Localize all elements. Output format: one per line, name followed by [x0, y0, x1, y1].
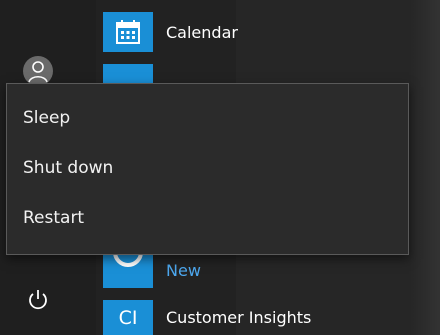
app-item-calendar[interactable]: Calendar	[103, 12, 238, 52]
menu-item-sleep[interactable]: Sleep	[7, 101, 408, 151]
user-icon	[28, 61, 48, 83]
power-button[interactable]	[24, 286, 52, 314]
calendar-icon	[116, 20, 140, 44]
app-item-customer-insights[interactable]: CI Customer Insights	[103, 300, 311, 335]
app-label-new: New	[166, 260, 201, 280]
app-item-new[interactable]: New	[103, 252, 201, 288]
app-label-customer-insights: Customer Insights	[166, 308, 312, 327]
power-options-menu: Sleep Shut down Restart	[6, 83, 409, 255]
app-label-calendar: Calendar	[166, 22, 238, 42]
new-tile	[103, 252, 153, 288]
power-icon	[29, 290, 47, 310]
customer-insights-icon: CI	[118, 306, 138, 329]
menu-item-restart[interactable]: Restart	[7, 201, 408, 251]
calendar-tile	[103, 12, 153, 52]
menu-item-shut-down[interactable]: Shut down	[7, 151, 408, 201]
ring-icon	[113, 252, 143, 267]
customer-insights-tile: CI	[103, 300, 153, 335]
user-avatar[interactable]	[23, 56, 53, 86]
